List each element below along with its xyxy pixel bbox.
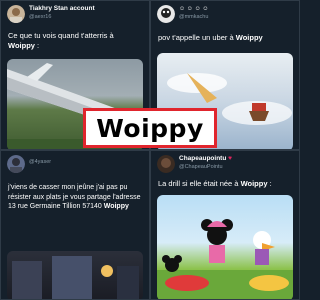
user-name-icons[interactable]: ☺ ☺ ☺ ☺ — [179, 5, 209, 12]
heart-icon: ♥ — [228, 155, 232, 162]
tweet-card[interactable]: @4yaser j'viens de casser mon jeûne j'ai… — [0, 150, 150, 300]
avatar[interactable] — [7, 155, 25, 173]
avatar[interactable] — [157, 155, 175, 173]
user-handle[interactable]: @ChapeauPointu — [179, 164, 223, 170]
tweet-text: pov t'appelle un uber à Woippy — [158, 33, 295, 43]
tweet-text-prefix: pov t'appelle un uber à — [158, 33, 236, 42]
tweet-text-prefix: Ce que tu vois quand t'atterris à — [8, 31, 114, 40]
tweet-text: Ce que tu vois quand t'atterris à Woippy… — [8, 31, 145, 51]
tweet-text-bold: Woippy — [240, 179, 268, 188]
tweet-text-suffix: : — [34, 41, 40, 50]
tweet-text-prefix: La drill si elle était née à — [158, 179, 241, 188]
user-handle[interactable]: @aexr16 — [29, 14, 51, 20]
tweet-text-bold: Woippy — [235, 33, 263, 42]
emoji-icon: ☺ ☺ ☺ ☺ — [179, 6, 209, 12]
tweet-grid: Tiakhry Stan account @aexr16 Ce que tu v… — [0, 0, 300, 300]
woippy-banner: Woippy — [83, 108, 217, 148]
avatar[interactable] — [157, 5, 175, 23]
user-handle[interactable]: @4yaser — [29, 159, 51, 165]
tweet-card[interactable]: Chapeaupointu ♥ @ChapeauPointu La drill … — [150, 150, 300, 300]
avatar[interactable] — [7, 5, 25, 23]
tweet-text-bold: Woippy — [103, 203, 129, 210]
user-name-text: Chapeaupointu — [179, 155, 227, 162]
user-name[interactable]: Chapeaupointu ♥ — [179, 155, 232, 162]
tweet-text-suffix: : — [267, 179, 272, 188]
tweet-media-dark-photo[interactable] — [7, 251, 143, 299]
user-name[interactable]: Tiakhry Stan account — [29, 5, 95, 12]
tweet-media-cartoon-characters[interactable] — [157, 195, 293, 299]
tweet-header: Tiakhry Stan account @aexr16 — [7, 5, 145, 27]
user-handle[interactable]: @mmkachu — [179, 14, 208, 20]
tweet-text-bold: Woippy — [8, 41, 35, 50]
tweet-header: Chapeaupointu ♥ @ChapeauPointu — [157, 155, 295, 177]
tweet-text: j'viens de casser mon jeûne j'ai pas pu … — [8, 183, 145, 212]
tweet-header: ☺ ☺ ☺ ☺ @mmkachu — [157, 5, 295, 27]
tweet-text: La drill si elle était née à Woippy : — [158, 179, 295, 189]
tweet-header: @4yaser — [7, 155, 145, 177]
